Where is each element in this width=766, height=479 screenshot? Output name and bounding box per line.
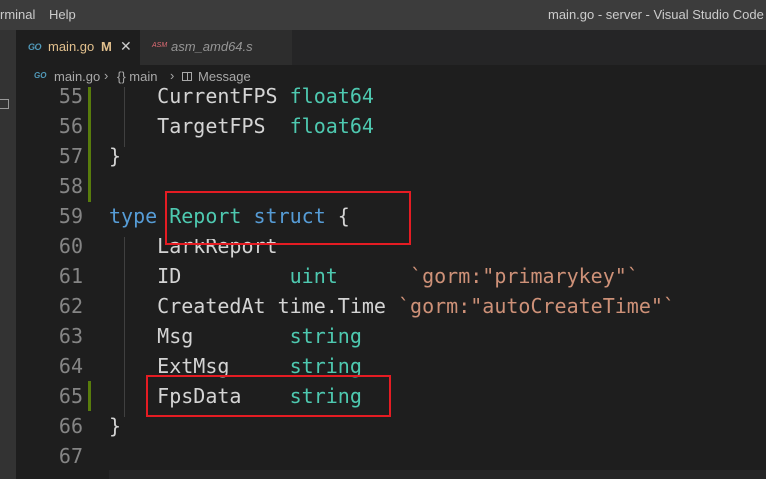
code-text: CurrentFPS float64	[109, 81, 374, 111]
code-text: }	[109, 141, 121, 171]
line-number: 55	[58, 84, 83, 108]
tab-label: asm_amd64.s	[171, 39, 253, 54]
clip-overlay	[164, 231, 304, 239]
code-token: ID	[109, 264, 290, 288]
line-number: 62	[58, 294, 83, 318]
code-line[interactable]: 58	[16, 171, 766, 201]
code-token: Msg	[109, 324, 290, 348]
code-line[interactable]: 64 ExtMsg string	[16, 351, 766, 381]
code-token: CurrentFPS	[109, 84, 290, 108]
code-text: CreatedAt time.Time `gorm:"autoCreateTim…	[109, 291, 675, 321]
code-token: struct	[253, 204, 326, 228]
tab-main-go[interactable]: GO main.go M ✕	[16, 30, 140, 65]
code-line[interactable]: 66}	[16, 411, 766, 441]
menu-help[interactable]: Help	[49, 7, 76, 22]
code-line[interactable]: 56 TargetFPS float64	[16, 111, 766, 141]
code-text: FpsData string	[109, 381, 362, 411]
code-text: ID uint `gorm:"primarykey"`	[109, 261, 639, 291]
code-line[interactable]: 59 type Report struct {	[16, 201, 766, 231]
go-file-icon: GO	[28, 42, 42, 52]
code-token: time.Time	[277, 294, 386, 318]
code-line[interactable]: 60 LarkReport	[16, 231, 766, 261]
tab-label: main.go	[48, 39, 95, 54]
line-number: 61	[58, 264, 83, 288]
code-token: string	[289, 384, 362, 408]
code-token: ExtMsg	[109, 354, 290, 378]
code-token: float64	[289, 114, 374, 138]
line-number: 56	[58, 114, 83, 138]
code-text: TargetFPS float64	[109, 111, 374, 141]
code-token: FpsData	[109, 384, 290, 408]
code-token: uint	[289, 264, 338, 288]
line-number: 67	[58, 444, 83, 468]
code-text: }	[109, 411, 121, 441]
struct-icon	[182, 72, 192, 81]
line-number: 58	[58, 174, 83, 198]
code-token: }	[109, 144, 122, 168]
code-token: float64	[289, 84, 374, 108]
menu-terminal[interactable]: rminal	[0, 7, 35, 22]
activity-bar	[0, 30, 16, 479]
line-number: 60	[58, 234, 83, 258]
title-bar: rminal Help main.go - server - Visual St…	[0, 0, 766, 30]
code-token: {	[325, 204, 350, 228]
code-line[interactable]: 62 CreatedAt time.Time `gorm:"autoCreate…	[16, 291, 766, 321]
code-line[interactable]: 63 Msg string	[16, 321, 766, 351]
code-line[interactable]: 67	[16, 441, 766, 471]
editor-bottom-region	[109, 470, 766, 479]
code-token: type	[109, 204, 170, 228]
code-token: string	[289, 354, 362, 378]
line-number: 66	[58, 414, 83, 438]
tab-bar: GO main.go M ✕ ASM asm_amd64.s	[16, 30, 766, 65]
close-icon[interactable]: ✕	[120, 38, 132, 55]
code-text: type Report struct {	[109, 201, 350, 231]
code-line[interactable]: 57}	[16, 141, 766, 171]
code-token: `gorm:"autoCreateTime"`	[398, 294, 675, 318]
go-file-icon: GO	[34, 71, 47, 80]
code-token: CreatedAt	[109, 294, 278, 318]
code-token: }	[109, 414, 122, 438]
line-number: 65	[58, 384, 83, 408]
code-text: ExtMsg string	[109, 351, 362, 381]
modified-badge: M	[101, 39, 112, 54]
code-editor[interactable]: 55 CurrentFPS float64 56 TargetFPS float6…	[16, 84, 766, 479]
tab-asm-amd64[interactable]: ASM asm_amd64.s	[140, 30, 292, 65]
code-token: Report	[169, 204, 242, 228]
code-line[interactable]: 65 FpsData string	[16, 381, 766, 411]
window-title: main.go - server - Visual Studio Code	[548, 7, 764, 22]
code-text: Msg string	[109, 321, 362, 351]
code-token: string	[289, 324, 362, 348]
explorer-icon[interactable]	[0, 99, 9, 109]
line-number: 63	[58, 324, 83, 348]
asm-file-icon: ASM	[152, 42, 168, 49]
code-line[interactable]: 55 CurrentFPS float64	[16, 81, 766, 111]
line-number: 57	[58, 144, 83, 168]
line-number: 64	[58, 354, 83, 378]
code-token: TargetFPS	[109, 114, 290, 138]
line-number: 59	[58, 204, 83, 228]
code-token: `gorm:"primarykey"`	[410, 264, 639, 288]
code-line[interactable]: 61 ID uint `gorm:"primarykey"`	[16, 261, 766, 291]
